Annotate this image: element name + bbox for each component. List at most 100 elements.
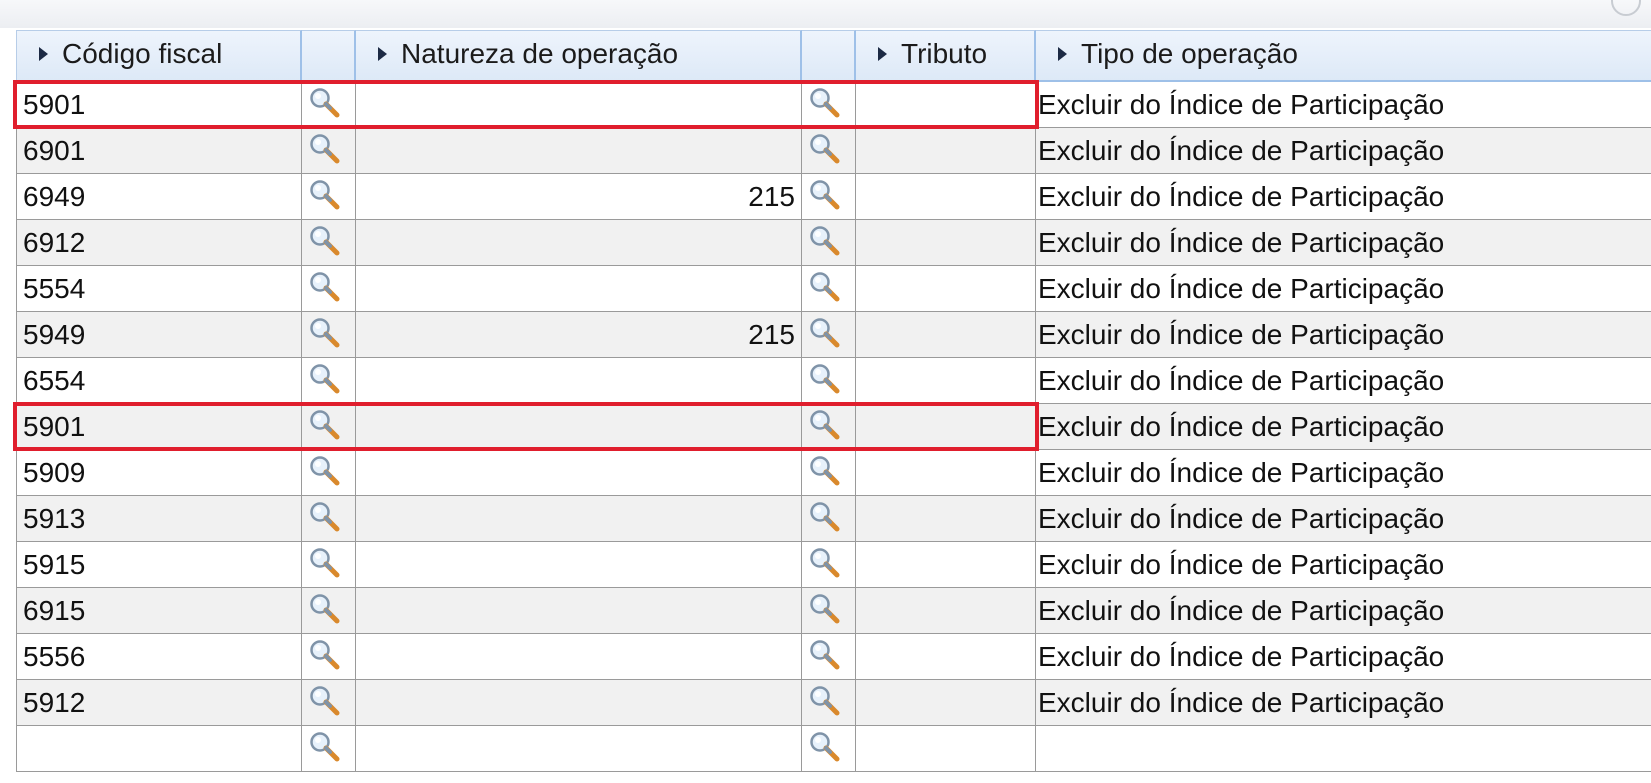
natureza-operacao-cell[interactable]: [356, 496, 802, 541]
lookup-cell[interactable]: [802, 588, 856, 633]
lookup-cell[interactable]: [802, 496, 856, 541]
codigo-fiscal-cell[interactable]: [16, 726, 302, 771]
lookup-cell[interactable]: [302, 680, 356, 725]
lookup-cell[interactable]: [302, 312, 356, 357]
lookup-cell[interactable]: [802, 358, 856, 403]
tipo-operacao-cell[interactable]: Excluir do Índice de Participação: [1036, 312, 1651, 357]
codigo-fiscal-cell[interactable]: 5913: [16, 496, 302, 541]
table-row[interactable]: 5915 Excluir do Índice de Participação: [16, 542, 1651, 588]
magnifier-lookup-icon[interactable]: [808, 730, 842, 766]
lookup-cell[interactable]: [802, 634, 856, 679]
lookup-cell[interactable]: [802, 450, 856, 495]
tipo-operacao-cell[interactable]: [1036, 726, 1651, 771]
magnifier-lookup-icon[interactable]: [308, 132, 342, 168]
magnifier-lookup-icon[interactable]: [308, 408, 342, 444]
tipo-operacao-cell[interactable]: Excluir do Índice de Participação: [1036, 634, 1651, 679]
table-row[interactable]: 6901 Excluir do Índice de Participação: [16, 128, 1651, 174]
codigo-fiscal-cell[interactable]: 6901: [16, 128, 302, 173]
tributo-cell[interactable]: [856, 450, 1036, 495]
natureza-operacao-cell[interactable]: [356, 404, 802, 449]
table-row[interactable]: 6949 215 Excluir do Índice de Participação: [16, 174, 1651, 220]
column-header-natureza-operacao[interactable]: Natureza de operação: [356, 30, 802, 82]
lookup-cell[interactable]: [802, 82, 856, 127]
table-row[interactable]: 5554 Excluir do Índice de Participação: [16, 266, 1651, 312]
magnifier-lookup-icon[interactable]: [808, 132, 842, 168]
magnifier-lookup-icon[interactable]: [308, 500, 342, 536]
natureza-operacao-cell[interactable]: [356, 358, 802, 403]
lookup-cell[interactable]: [302, 404, 356, 449]
lookup-cell[interactable]: [302, 542, 356, 587]
lookup-cell[interactable]: [802, 220, 856, 265]
natureza-operacao-cell[interactable]: [356, 220, 802, 265]
magnifier-lookup-icon[interactable]: [308, 178, 342, 214]
tributo-cell[interactable]: [856, 542, 1036, 587]
tipo-operacao-cell[interactable]: Excluir do Índice de Participação: [1036, 174, 1651, 219]
lookup-cell[interactable]: [802, 680, 856, 725]
table-row[interactable]: 5901 Excluir do Índice de Participação: [16, 82, 1651, 128]
tipo-operacao-cell[interactable]: Excluir do Índice de Participação: [1036, 220, 1651, 265]
tributo-cell[interactable]: [856, 680, 1036, 725]
magnifier-lookup-icon[interactable]: [808, 316, 842, 352]
codigo-fiscal-cell[interactable]: 6554: [16, 358, 302, 403]
tributo-cell[interactable]: [856, 312, 1036, 357]
tributo-cell[interactable]: [856, 496, 1036, 541]
codigo-fiscal-cell[interactable]: 5912: [16, 680, 302, 725]
lookup-cell[interactable]: [802, 174, 856, 219]
table-row[interactable]: 6554 Excluir do Índice de Participação: [16, 358, 1651, 404]
magnifier-lookup-icon[interactable]: [808, 362, 842, 398]
codigo-fiscal-cell[interactable]: 6912: [16, 220, 302, 265]
magnifier-lookup-icon[interactable]: [308, 592, 342, 628]
tipo-operacao-cell[interactable]: Excluir do Índice de Participação: [1036, 496, 1651, 541]
lookup-cell[interactable]: [802, 128, 856, 173]
magnifier-lookup-icon[interactable]: [808, 546, 842, 582]
tipo-operacao-cell[interactable]: Excluir do Índice de Participação: [1036, 588, 1651, 633]
tributo-cell[interactable]: [856, 82, 1036, 127]
column-header-tributo[interactable]: Tributo: [856, 30, 1036, 82]
magnifier-lookup-icon[interactable]: [808, 270, 842, 306]
tributo-cell[interactable]: [856, 588, 1036, 633]
magnifier-lookup-icon[interactable]: [808, 224, 842, 260]
column-header-tipo-operacao[interactable]: Tipo de operação: [1036, 30, 1651, 82]
magnifier-lookup-icon[interactable]: [308, 316, 342, 352]
tributo-cell[interactable]: [856, 128, 1036, 173]
tributo-cell[interactable]: [856, 174, 1036, 219]
natureza-operacao-cell[interactable]: [356, 588, 802, 633]
tributo-cell[interactable]: [856, 634, 1036, 679]
lookup-cell[interactable]: [302, 588, 356, 633]
tipo-operacao-cell[interactable]: Excluir do Índice de Participação: [1036, 542, 1651, 587]
tipo-operacao-cell[interactable]: Excluir do Índice de Participação: [1036, 128, 1651, 173]
codigo-fiscal-cell[interactable]: 5915: [16, 542, 302, 587]
table-row[interactable]: 5949 215 Excluir do Índice de Participação: [16, 312, 1651, 358]
natureza-operacao-cell[interactable]: [356, 542, 802, 587]
natureza-operacao-cell[interactable]: [356, 266, 802, 311]
natureza-operacao-cell[interactable]: [356, 450, 802, 495]
column-header-codigo-fiscal[interactable]: Código fiscal: [16, 30, 302, 82]
natureza-operacao-cell[interactable]: 215: [356, 174, 802, 219]
natureza-operacao-cell[interactable]: [356, 680, 802, 725]
tipo-operacao-cell[interactable]: Excluir do Índice de Participação: [1036, 404, 1651, 449]
magnifier-lookup-icon[interactable]: [808, 500, 842, 536]
codigo-fiscal-cell[interactable]: 5554: [16, 266, 302, 311]
lookup-cell[interactable]: [802, 312, 856, 357]
magnifier-lookup-icon[interactable]: [308, 684, 342, 720]
lookup-cell[interactable]: [302, 174, 356, 219]
natureza-operacao-cell[interactable]: [356, 634, 802, 679]
magnifier-lookup-icon[interactable]: [308, 270, 342, 306]
magnifier-lookup-icon[interactable]: [808, 592, 842, 628]
tributo-cell[interactable]: [856, 404, 1036, 449]
table-row[interactable]: 6915 Excluir do Índice de Participação: [16, 588, 1651, 634]
table-row[interactable]: 5901 Excluir do Índice de Participação: [16, 404, 1651, 450]
window-control-icon[interactable]: [1611, 0, 1641, 16]
codigo-fiscal-cell[interactable]: 5909: [16, 450, 302, 495]
magnifier-lookup-icon[interactable]: [808, 178, 842, 214]
lookup-cell[interactable]: [302, 496, 356, 541]
magnifier-lookup-icon[interactable]: [308, 86, 342, 122]
tipo-operacao-cell[interactable]: Excluir do Índice de Participação: [1036, 266, 1651, 311]
table-row[interactable]: 6912 Excluir do Índice de Participação: [16, 220, 1651, 266]
tipo-operacao-cell[interactable]: Excluir do Índice de Participação: [1036, 450, 1651, 495]
tributo-cell[interactable]: [856, 358, 1036, 403]
tributo-cell[interactable]: [856, 220, 1036, 265]
tipo-operacao-cell[interactable]: Excluir do Índice de Participação: [1036, 680, 1651, 725]
magnifier-lookup-icon[interactable]: [808, 684, 842, 720]
lookup-cell[interactable]: [802, 266, 856, 311]
